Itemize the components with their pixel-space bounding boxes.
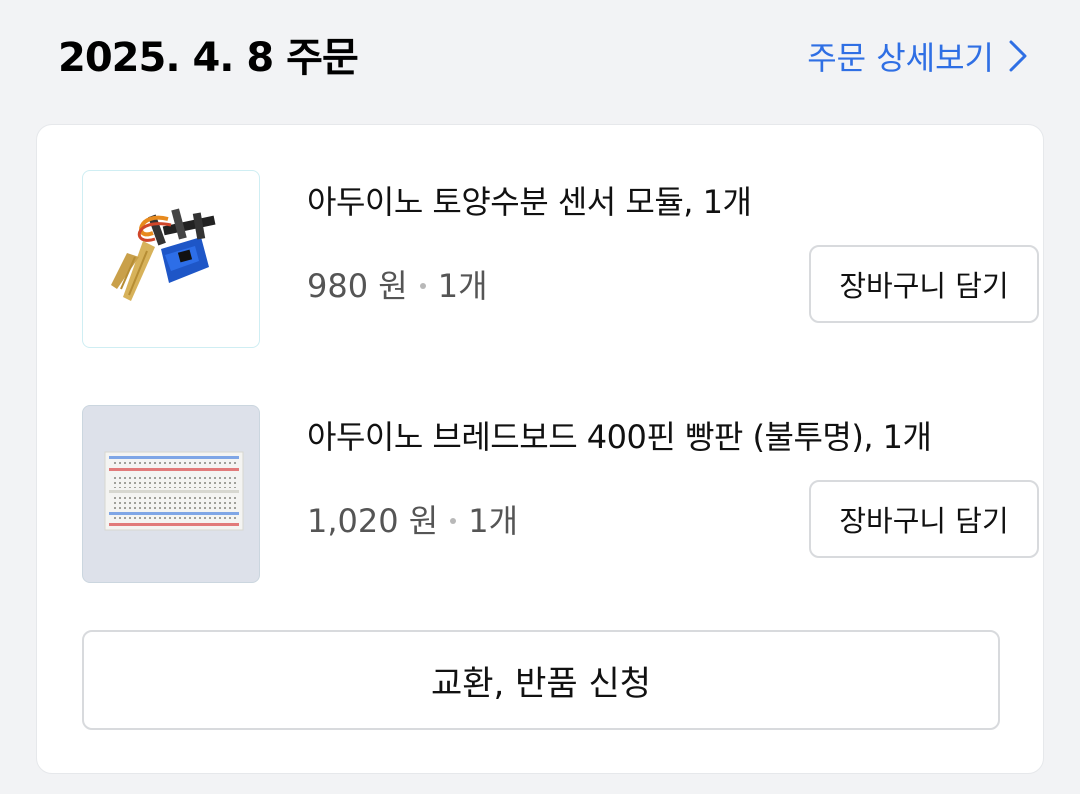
order-card: 아두이노 토양수분 센서 모듈, 1개 980 원 1개 장바구니 담기 아두이…: [36, 124, 1044, 774]
exchange-return-button[interactable]: 교환, 반품 신청: [82, 630, 1000, 730]
order-detail-link[interactable]: 주문 상세보기: [807, 30, 1028, 82]
product-meta: 1,020 원 1개: [307, 499, 518, 543]
product-quantity: 1개: [437, 267, 488, 305]
order-detail-link-label: 주문 상세보기: [807, 39, 994, 77]
product-quantity: 1개: [468, 502, 519, 540]
chevron-right-icon: [1008, 39, 1028, 73]
product-name[interactable]: 아두이노 브레드보드 400핀 빵판 (불투명), 1개: [307, 415, 932, 459]
product-image-breadboard[interactable]: [82, 405, 260, 583]
product-name[interactable]: 아두이노 토양수분 센서 모듈, 1개: [307, 180, 752, 224]
product-meta: 980 원 1개: [307, 264, 488, 308]
separator-dot: [419, 283, 426, 289]
product-price: 980 원: [307, 267, 408, 305]
order-item: 아두이노 토양수분 센서 모듈, 1개 980 원 1개 장바구니 담기: [82, 170, 1039, 350]
add-to-cart-button[interactable]: 장바구니 담기: [809, 480, 1039, 558]
product-image-soil-sensor[interactable]: [82, 170, 260, 348]
separator-dot: [450, 518, 457, 524]
order-item: 아두이노 브레드보드 400핀 빵판 (불투명), 1개 1,020 원 1개 …: [82, 405, 1039, 585]
product-price: 1,020 원: [307, 502, 439, 540]
order-date-title: 2025. 4. 8 주문: [58, 35, 359, 81]
add-to-cart-button[interactable]: 장바구니 담기: [809, 245, 1039, 323]
order-header: 2025. 4. 8 주문 주문 상세보기: [0, 0, 1080, 120]
